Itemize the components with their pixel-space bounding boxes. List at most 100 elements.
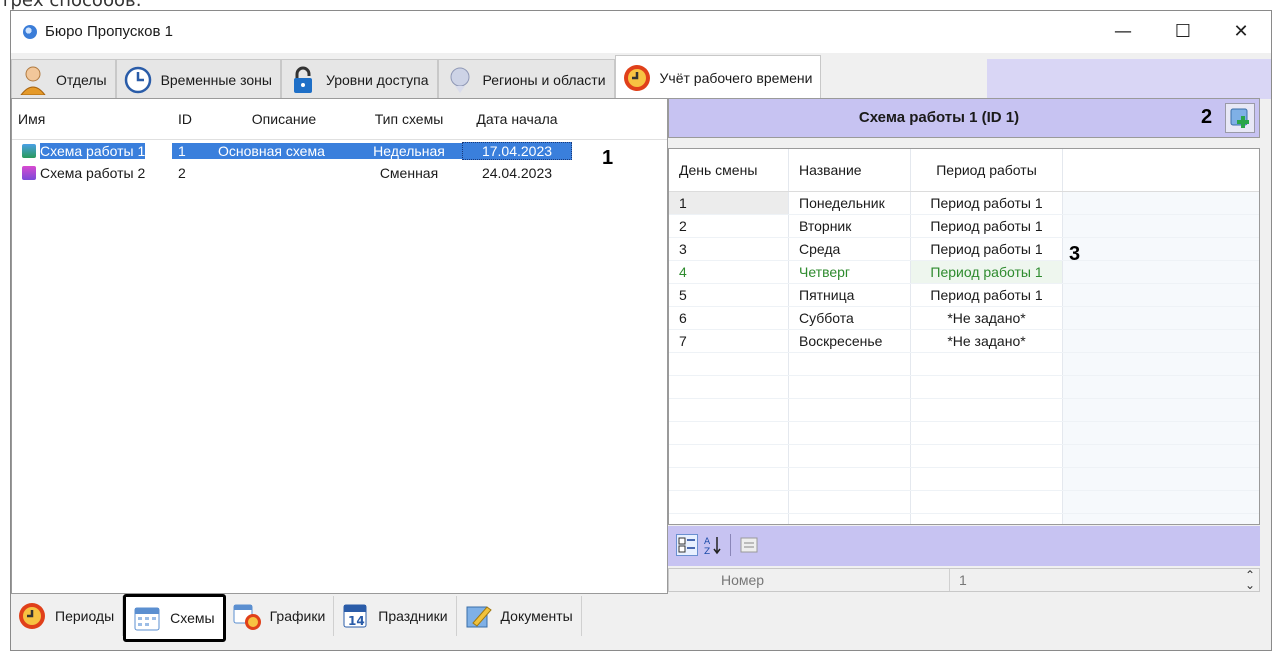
grid-header-filler [1063,149,1259,191]
table-row[interactable]: 2 Вторник Период работы 1 [669,215,1259,238]
empty-row [669,353,1259,376]
spinner-icon[interactable]: ⌃ ⌄ [1245,569,1255,591]
table-row[interactable]: 5 Пятница Период работы 1 [669,284,1259,307]
cell-period[interactable]: *Не задано* [911,330,1063,352]
cell-period[interactable]: Период работы 1 [911,215,1063,237]
tab-periods[interactable]: Периоды [11,596,124,636]
list-item[interactable]: Схема работы 1 1 Основная схема Недельна… [12,140,667,162]
bottom-tab-strip: Периоды Схемы Графики 14 Праздники Докум… [11,594,582,642]
cell-filler [1063,192,1259,214]
cell-name: Пятница [789,284,911,306]
column-header-type[interactable]: Тип схемы [356,111,462,127]
tab-label: Схемы [170,610,215,626]
column-header-description[interactable]: Описание [212,111,356,127]
table-row[interactable]: 1 Понедельник Период работы 1 [669,192,1259,215]
tab-access-levels[interactable]: Уровни доступа [280,59,438,99]
schemes-list-header: Имя ID Описание Тип схемы Дата начала [12,99,667,140]
cell-period[interactable]: Период работы 1 [911,192,1063,214]
app-icon [23,25,37,39]
tab-regions[interactable]: Регионы и области [437,59,615,99]
tab-strip-fill [987,59,1271,99]
empty-row [669,399,1259,422]
table-row[interactable]: 7 Воскресенье *Не задано* [669,330,1259,353]
add-icon [1230,108,1249,128]
scheme-days-grid: День смены Название Период работы 1 Поне… [668,148,1260,525]
empty-row [669,422,1259,445]
toolbar-separator [730,534,731,556]
tab-label: Графики [269,608,326,624]
scheme-start-cell: 24.04.2023 [481,165,553,181]
region-icon [445,65,475,95]
cell-day: 4 [669,261,789,283]
window-title: Бюро Пропусков 1 [45,23,173,40]
table-row[interactable]: 3 Среда Период работы 1 [669,238,1259,261]
cell-day: 6 [669,307,789,329]
add-period-button[interactable] [1225,103,1255,133]
cell-period[interactable]: *Не задано* [911,307,1063,329]
maximize-button[interactable]: ☐ [1163,17,1203,47]
lock-icon [288,65,318,95]
tab-holidays[interactable]: 14 Праздники [334,596,457,636]
periods-icon [17,601,47,631]
scheme-name-cell: Схема работы 2 [12,165,172,181]
schemes-icon [132,603,162,633]
cell-period[interactable]: Период работы 1 [911,238,1063,260]
cell-day: 7 [669,330,789,352]
empty-row [669,491,1259,514]
table-row[interactable]: 6 Суббота *Не задано* [669,307,1259,330]
annotation-3: 3 [1069,243,1081,265]
tab-label: Учёт рабочего времени [659,69,813,86]
close-button[interactable]: ✕ [1221,17,1261,47]
property-pages-button[interactable] [738,534,760,556]
scheme-detail-title: Схема работы 1 (ID 1) [858,109,1020,126]
cell-day: 1 [669,192,789,214]
scheme-description-cell: Основная схема [212,143,356,159]
list-item[interactable]: Схема работы 2 2 Сменная 24.04.2023 [12,162,667,184]
tab-time-tracking[interactable]: Учёт рабочего времени [614,55,822,99]
title-bar: Бюро Пропусков 1 — ☐ ✕ [11,11,1271,53]
cell-filler [1063,238,1259,260]
grid-header: День смены Название Период работы [669,149,1259,192]
tab-label: Регионы и области [482,71,606,88]
scheme-detail-panel: Схема работы 1 (ID 1) 2 День смены Назва… [668,98,1260,594]
scheme-icon [22,166,36,180]
tab-documents[interactable]: Документы [456,596,582,636]
scheme-icon [22,144,36,158]
cell-name: Четверг [789,261,911,283]
column-header-shift-day[interactable]: День смены [669,149,789,191]
minimize-button[interactable]: — [1103,17,1143,47]
cell-name: Вторник [789,215,911,237]
table-row[interactable]: 4 Четверг Период работы 1 [669,261,1259,284]
tab-label: Периоды [55,608,115,624]
schedules-icon [232,601,262,631]
cell-period[interactable]: Период работы 1 [911,261,1063,283]
clock-icon [123,65,153,95]
cell-filler [1063,307,1259,329]
property-value[interactable]: 1 [959,572,967,588]
column-header-name[interactable]: Название [789,149,911,191]
empty-row [669,468,1259,491]
column-header-id[interactable]: ID [172,111,212,127]
cell-filler [1063,261,1259,283]
column-header-work-period[interactable]: Период работы [911,149,1063,191]
property-label: Номер [721,572,765,588]
column-header-name[interactable]: Имя [12,111,172,127]
categorized-view-button[interactable] [676,534,698,556]
cell-filler [1063,284,1259,306]
column-header-start-date[interactable]: Дата начала [462,111,572,127]
cell-name: Воскресенье [789,330,911,352]
categorized-icon [678,537,695,553]
cell-name: Понедельник [789,192,911,214]
tab-schedules[interactable]: Графики [225,596,335,636]
tab-time-zones[interactable]: Временные зоны [115,59,281,99]
tab-label: Временные зоны [160,71,272,88]
tab-departments[interactable]: Отделы [11,59,116,99]
property-row-number[interactable]: Номер 1 ⌃ ⌄ [668,568,1260,592]
property-grid-toolbar: AZ [668,526,1260,566]
empty-row [669,514,1259,524]
sort-alpha-button[interactable]: AZ [702,534,724,557]
cell-day: 5 [669,284,789,306]
tab-schemes[interactable]: Схемы [123,594,226,642]
cell-period[interactable]: Период работы 1 [911,284,1063,306]
property-divider [949,569,950,591]
